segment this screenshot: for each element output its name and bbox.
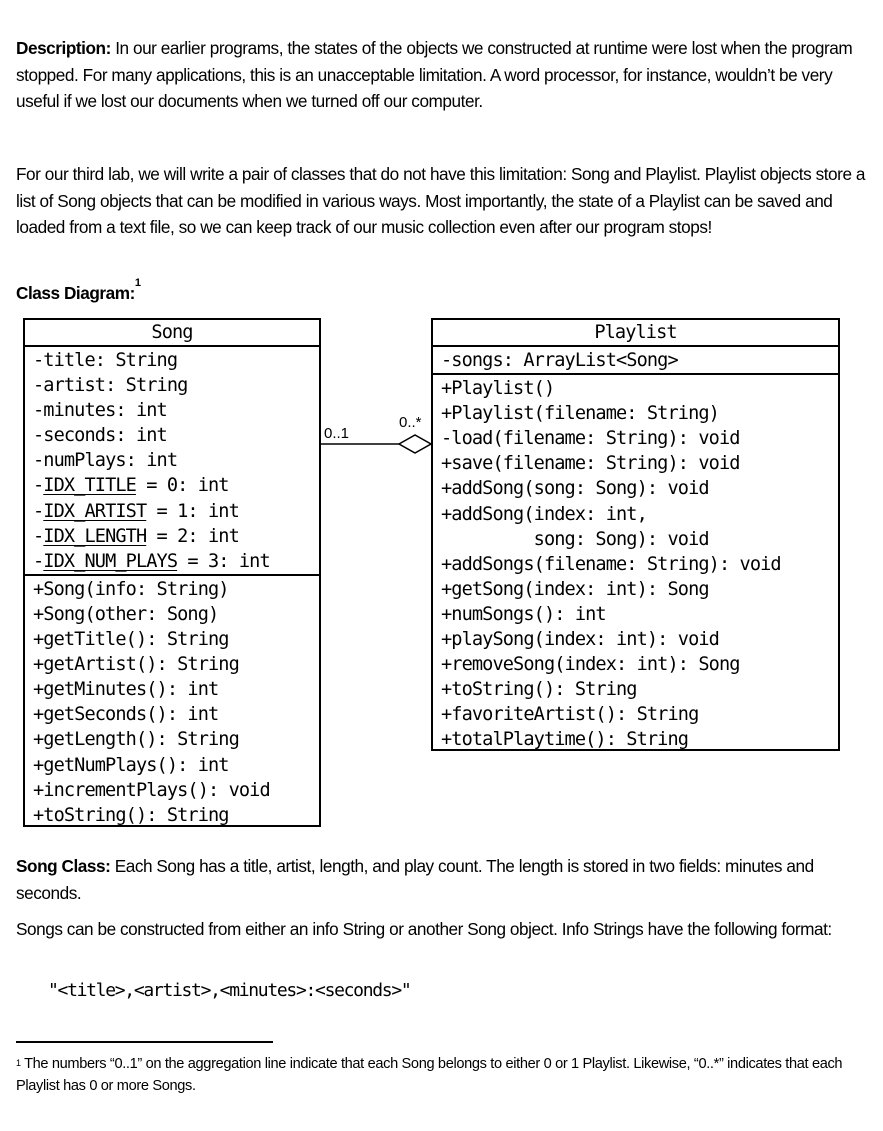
playlist-field: -songs: ArrayList<Song> [441, 350, 679, 371]
song-methods: +Song(info: String) +Song(other: Song) +ge… [25, 576, 319, 828]
song-method: +getTitle(): String [33, 629, 229, 651]
song-class-text: Each Song has a title, artist, length, a… [16, 856, 814, 903]
visibility-marker: - [33, 450, 44, 472]
song-field: -minutes: int [33, 398, 319, 423]
field-type: = 3: int [177, 550, 270, 572]
static-field-name: IDX_NUM_PLAYS [43, 550, 178, 572]
playlist-method: -load(filename: String): void [441, 428, 740, 450]
song-method: +toString(): String [33, 804, 229, 826]
class-diagram-heading-text: Class Diagram: [16, 283, 135, 303]
field-type: = 0: int [135, 475, 229, 497]
playlist-method: +Playlist() [441, 378, 555, 400]
playlist-methods: +Playlist() +Playlist(filename: String) -l… [433, 375, 838, 752]
song-method: +getArtist(): String [33, 654, 240, 676]
intro-paragraph: For our third lab, we will write a pair … [16, 164, 865, 238]
playlist-class-name: Playlist [433, 320, 838, 347]
song-field: -IDX_TITLE = 0: int [33, 473, 319, 498]
playlist-method: +favoriteArtist(): String [441, 704, 699, 726]
field-name: minutes: int [43, 400, 167, 422]
class-diagram-heading: Class Diagram:1 [16, 277, 141, 307]
construct-paragraph: Songs can be constructed from either an … [16, 919, 832, 939]
playlist-class-box: Playlist -songs: ArrayList<Song> +Playli… [431, 318, 840, 751]
field-name: artist: String [43, 375, 188, 397]
song-method: +getNumPlays(): int [33, 754, 229, 776]
info-string-format: "<title>,<artist>,<minutes>:<seconds>" [48, 980, 412, 1001]
field-type: = 2: int [146, 525, 240, 547]
visibility-marker: - [33, 550, 44, 572]
song-method: +Song(info: String) [33, 578, 229, 600]
song-method: +getSeconds(): int [33, 704, 219, 726]
playlist-method: +getSong(index: int): Song [441, 578, 710, 600]
playlist-method: +playSong(index: int): void [441, 629, 720, 651]
song-field: -IDX_LENGTH = 2: int [33, 524, 319, 549]
description-text: In our earlier programs, the states of t… [16, 38, 853, 112]
footnote-separator [16, 1041, 273, 1043]
song-fields: -title: String -artist: String -minutes: i… [25, 347, 319, 576]
aggregation-diamond-icon [397, 434, 433, 454]
visibility-marker: - [33, 425, 44, 447]
static-field-name: IDX_ARTIST [43, 500, 147, 522]
playlist-multiplicity: 0..* [399, 414, 422, 431]
playlist-method: +removeSong(index: int): Song [441, 654, 740, 676]
playlist-fields: -songs: ArrayList<Song> [433, 347, 838, 376]
song-class-label: Song Class: [16, 856, 111, 876]
playlist-method: +save(filename: String): void [441, 453, 740, 475]
song-method: +getLength(): String [33, 729, 240, 751]
visibility-marker: - [33, 525, 44, 547]
song-method: +Song(other: Song) [33, 603, 219, 625]
description-label: Description: [16, 38, 111, 58]
static-field-name: IDX_TITLE [43, 475, 137, 497]
footnote-number: 1 [16, 1058, 21, 1068]
song-class-box: Song -title: String -artist: String -minut… [23, 318, 321, 827]
footnote-text: The numbers “0..1” on the aggregation li… [16, 1056, 843, 1094]
song-method: +getMinutes(): int [33, 679, 219, 701]
footnote: 1 The numbers “0..1” on the aggregation … [16, 1053, 866, 1097]
description-paragraph: Description: In our earlier programs, th… [16, 35, 866, 115]
field-name: title: String [43, 350, 178, 371]
static-field-name: IDX_LENGTH [43, 525, 147, 547]
visibility-marker: - [33, 375, 44, 397]
visibility-marker: - [33, 475, 44, 497]
song-field: -IDX_ARTIST = 1: int [33, 499, 319, 524]
song-field: -title: String [33, 348, 319, 373]
song-class-paragraph: Song Class: Each Song has a title, artis… [16, 853, 866, 906]
song-class-name: Song [25, 320, 319, 347]
song-field: -artist: String [33, 373, 319, 398]
song-multiplicity: 0..1 [324, 425, 350, 442]
playlist-method: +addSong(index: int, [441, 503, 648, 525]
playlist-method: +toString(): String [441, 679, 637, 701]
song-field: -IDX_NUM_PLAYS = 3: int [33, 549, 319, 574]
playlist-method: song: Song): void [441, 528, 710, 550]
playlist-method: +Playlist(filename: String) [441, 403, 720, 425]
song-method: +incrementPlays(): void [33, 779, 271, 801]
footnote-reference: 1 [134, 277, 141, 289]
field-name: numPlays: int [43, 450, 178, 472]
field-type: = 1: int [146, 500, 240, 522]
visibility-marker: - [33, 350, 44, 371]
song-field: -numPlays: int [33, 448, 319, 473]
playlist-method: +numSongs(): int [441, 603, 607, 625]
playlist-method: +addSong(song: Song): void [441, 478, 710, 500]
field-name: seconds: int [43, 425, 167, 447]
playlist-method: +totalPlaytime(): String [441, 729, 689, 751]
visibility-marker: - [33, 500, 44, 522]
visibility-marker: - [33, 400, 44, 422]
playlist-method: +addSongs(filename: String): void [441, 553, 782, 575]
song-field: -seconds: int [33, 423, 319, 448]
